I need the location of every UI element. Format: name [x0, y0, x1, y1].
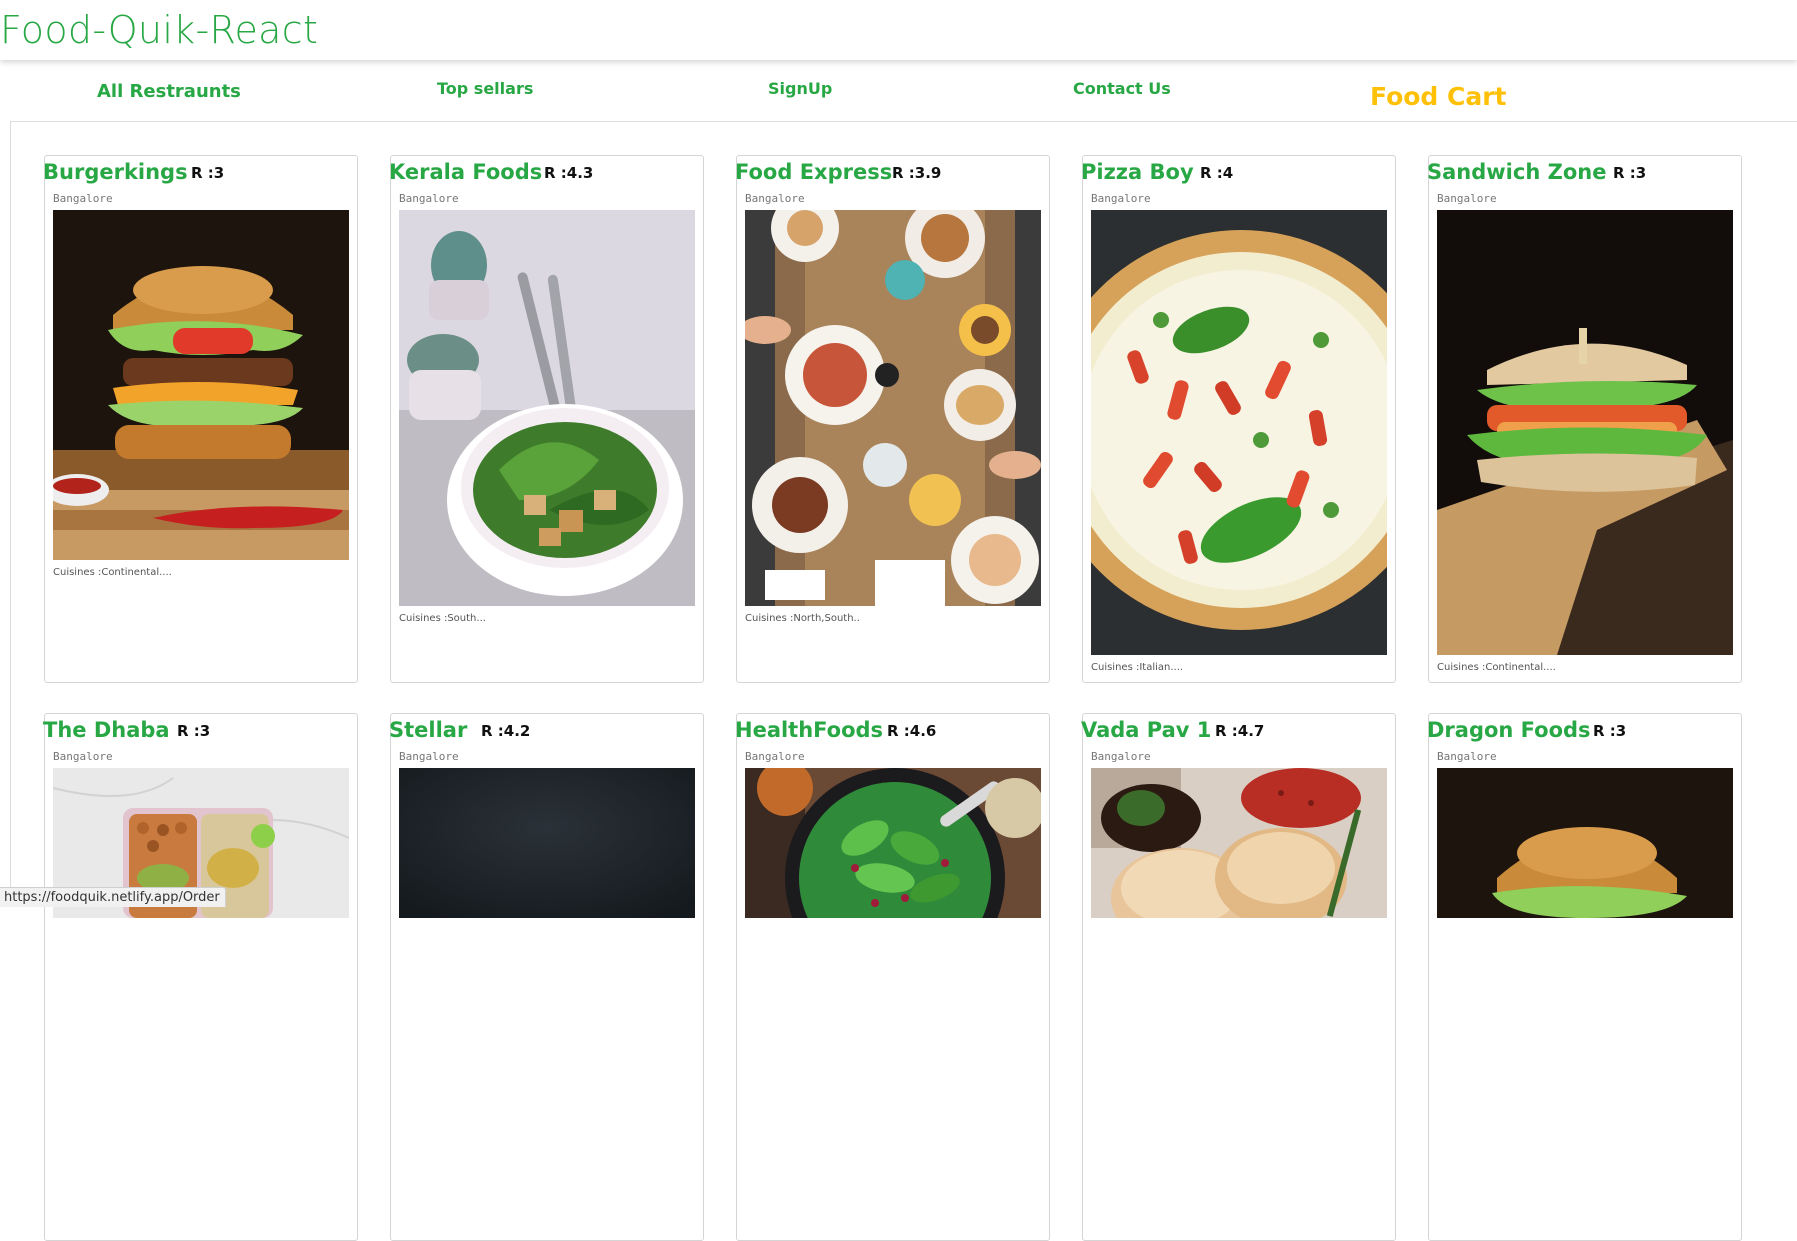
restaurant-card[interactable]: Dragon Foods R :3 Bangalore — [1427, 713, 1742, 1241]
restaurant-city: Bangalore — [53, 750, 113, 763]
restaurant-name[interactable]: Vada Pav 1 — [1081, 718, 1211, 742]
restaurant-city: Bangalore — [1091, 750, 1151, 763]
restaurant-name[interactable]: HealthFoods — [735, 718, 883, 742]
restaurant-rating: R :3 — [191, 164, 225, 182]
nav-top-sellars[interactable]: Top sellars — [437, 79, 533, 98]
nav-contact-us[interactable]: Contact Us — [1073, 79, 1171, 98]
nav-signup[interactable]: SignUp — [768, 79, 832, 98]
restaurant-card[interactable]: Food Express R :3.9 Bangalore Cuisines:… — [735, 155, 1050, 683]
restaurant-cuisines: Cuisines :South... — [399, 613, 486, 624]
salad-bowl-image[interactable] — [399, 210, 695, 606]
restaurant-city: Bangalore — [399, 192, 459, 205]
restaurant-name[interactable]: Food Express — [735, 160, 892, 184]
restaurant-card[interactable]: The Dhaba R :3 Bangalore — [43, 713, 358, 1241]
restaurant-card[interactable]: Kerala Foods R :4.3 Bangalore Cuisines:… — [389, 155, 704, 683]
restaurant-cuisines: Cuisines :North,South.. — [745, 613, 860, 624]
sandwich-image[interactable] — [1437, 210, 1733, 655]
restaurant-cuisines: Cuisines :Italian.... — [1091, 662, 1184, 673]
restaurant-card[interactable]: Burgerkings R :3 Bangalore Cuisines:Con… — [43, 155, 358, 683]
restaurant-city: Bangalore — [745, 192, 805, 205]
status-bar-url: https://foodquik.netlify.app/Order — [0, 887, 226, 907]
burger-image[interactable] — [53, 210, 349, 560]
nav-food-cart[interactable]: Food Cart — [1370, 82, 1507, 111]
restaurant-card[interactable]: Vada Pav 1 R :4.7 Bangalore — [1081, 713, 1396, 1241]
restaurant-name[interactable]: Pizza Boy — [1081, 160, 1194, 184]
restaurant-rating: R :3 — [1613, 164, 1647, 182]
restaurant-name[interactable]: Sandwich Zone — [1427, 160, 1606, 184]
restaurant-city: Bangalore — [1091, 192, 1151, 205]
restaurant-cuisines: Cuisines :Continental.... — [53, 567, 172, 578]
app-title[interactable]: Food-Quik-React — [0, 8, 318, 52]
restaurant-cuisines: Cuisines :Continental.... — [1437, 662, 1556, 673]
nav-all-restaurants[interactable]: All Restraunts — [97, 81, 241, 102]
restaurant-rating: R :4.3 — [544, 164, 594, 182]
restaurant-card[interactable]: Stellar R :4.2 Bangalore — [389, 713, 704, 1241]
dining-table-image[interactable] — [745, 210, 1041, 606]
green-salad-image[interactable] — [745, 768, 1041, 918]
burger-image[interactable] — [1437, 768, 1733, 918]
restaurant-rating: R :3 — [1593, 722, 1627, 740]
restaurant-city: Bangalore — [53, 192, 113, 205]
restaurant-name[interactable]: Dragon Foods — [1427, 718, 1591, 742]
restaurant-rating: R :4.6 — [887, 722, 937, 740]
restaurant-rating: R :4.7 — [1215, 722, 1265, 740]
restaurant-name[interactable]: Burgerkings — [43, 160, 188, 184]
restaurant-name[interactable]: Stellar — [389, 718, 467, 742]
pizza-image[interactable] — [1091, 210, 1387, 655]
restaurant-card[interactable]: Sandwich Zone R :3 Bangalore Cuisines :C… — [1427, 155, 1742, 683]
restaurant-city: Bangalore — [745, 750, 805, 763]
main-nav: All Restraunts Top sellars SignUp Contac… — [0, 60, 1797, 122]
vada-pav-image[interactable] — [1091, 768, 1387, 918]
dark-plate-image[interactable] — [399, 768, 695, 918]
app-header: Food-Quik-React — [0, 0, 1797, 60]
restaurant-rating: R :4.2 — [481, 722, 531, 740]
restaurant-city: Bangalore — [1437, 192, 1497, 205]
restaurant-name[interactable]: The Dhaba — [43, 718, 170, 742]
restaurant-card[interactable]: HealthFoods R :4.6 Bangalore — [735, 713, 1050, 1241]
restaurant-rating: R :4 — [1200, 164, 1234, 182]
restaurant-grid: Burgerkings R :3 Bangalore Cuisines:Con… — [10, 121, 1797, 1241]
restaurant-name[interactable]: Kerala Foods — [389, 160, 542, 184]
restaurant-city: Bangalore — [1437, 750, 1497, 763]
restaurant-rating: R :3.9 — [892, 164, 942, 182]
restaurant-card[interactable]: Pizza Boy R :4 Bangalore Cuisines:Itali… — [1081, 155, 1396, 683]
restaurant-rating: R :3 — [177, 722, 211, 740]
restaurant-city: Bangalore — [399, 750, 459, 763]
